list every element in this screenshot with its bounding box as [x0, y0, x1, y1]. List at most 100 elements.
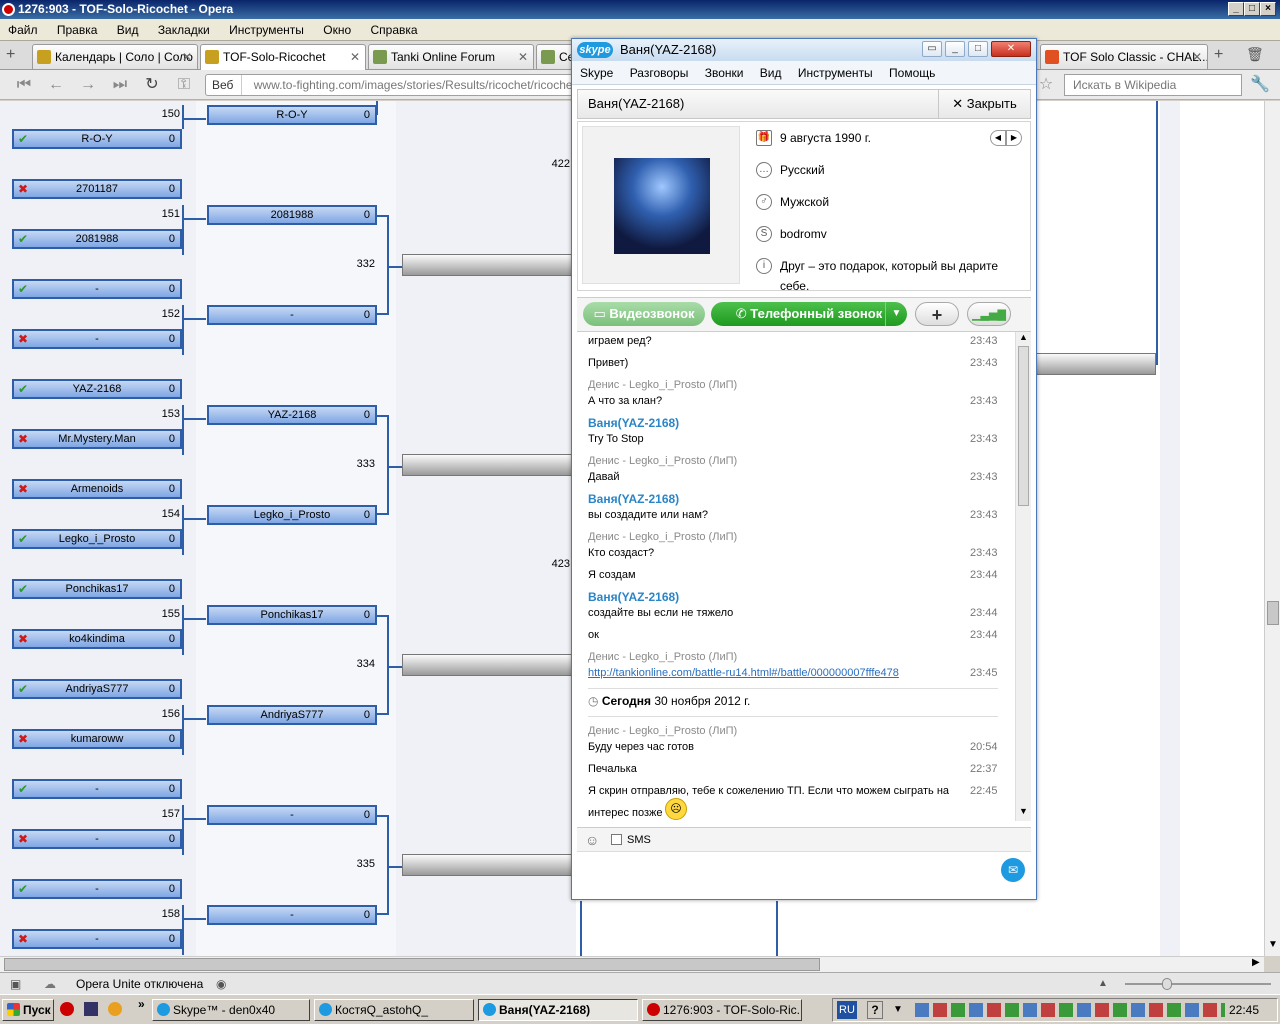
bracket-entry-r2[interactable]: AndriyaS777 0 — [207, 705, 377, 725]
taskbar-chat-kostya[interactable]: КостяQ_astohQ_ — [314, 999, 474, 1021]
skype-close-button[interactable]: ✕ — [991, 41, 1031, 57]
tab-partial[interactable]: Се — [536, 44, 576, 69]
taskbar-chat-vanya[interactable]: Ваня(YAZ-2168) — [478, 999, 638, 1021]
tab-tof-solo-ricochet[interactable]: TOF-Solo-Ricochet ✕ — [200, 44, 366, 70]
forward-icon[interactable]: → — [78, 76, 98, 94]
more-chevron-icon[interactable]: » — [138, 997, 145, 1011]
tab-close-icon[interactable]: ✕ — [1192, 45, 1202, 69]
skype-menu-tools[interactable]: Инструменты — [793, 61, 878, 85]
bracket-entry-r2[interactable]: -0 — [207, 905, 377, 925]
phone-call-button[interactable]: ✆ Телефонный звонок ▼ — [711, 302, 907, 326]
scroll-down-icon[interactable]: ▼ — [1268, 939, 1278, 950]
chat-scroll-down-icon[interactable]: ▼ — [1019, 806, 1028, 816]
profile-next-icon[interactable]: ▶ — [1006, 130, 1022, 146]
bracket-entry-r2[interactable]: YAZ-2168 0 — [207, 405, 377, 425]
message-text[interactable]: http://tankionline.com/battle-ru14.html#… — [588, 666, 1008, 680]
unite-cloud-icon[interactable]: ☁ — [44, 973, 56, 995]
new-tab-plus-icon[interactable]: + — [6, 46, 15, 64]
bracket-entry-r1[interactable]: ✔ - 0 — [12, 279, 182, 299]
bracket-entry-r2[interactable]: R-O-Y 0 — [207, 105, 377, 125]
opera-quicklaunch-icon[interactable] — [60, 1002, 74, 1016]
search-input[interactable]: Искать в Wikipedia — [1064, 74, 1242, 96]
chat-scroll-up-icon[interactable]: ▲ — [1019, 332, 1028, 342]
help-icon[interactable]: ? — [867, 1001, 883, 1019]
skype-minimize-button[interactable]: _ — [945, 41, 965, 57]
page-vertical-scrollbar[interactable]: ▼ — [1264, 101, 1280, 956]
bracket-entry-r1[interactable]: ✔ Ponchikas17 0 — [12, 579, 182, 599]
bracket-entry-r1[interactable]: ✖ - 0 — [12, 929, 182, 949]
skype-menu-skype[interactable]: Skype — [575, 61, 618, 85]
tray-chevron-icon[interactable]: ▼ — [893, 999, 903, 1021]
skype-maximize-button[interactable]: □ — [968, 41, 988, 57]
scroll-thumb[interactable] — [1267, 601, 1279, 625]
skype-menu-help[interactable]: Помощь — [884, 61, 940, 85]
skype-menu-conversations[interactable]: Разговоры — [625, 61, 694, 85]
call-dropdown-icon[interactable]: ▼ — [885, 302, 907, 326]
reload-icon[interactable]: ↻ — [142, 76, 162, 94]
trash-icon[interactable]: 🗑 — [1246, 46, 1264, 63]
language-indicator[interactable]: RU — [837, 1001, 857, 1019]
avatar[interactable] — [614, 158, 710, 254]
bracket-entry-r1[interactable]: ✔ R-O-Y 0 — [12, 129, 182, 149]
menu-file[interactable]: Файл — [0, 19, 46, 41]
menu-view[interactable]: Вид — [109, 19, 147, 41]
turbo-icon[interactable]: ◉ — [216, 973, 226, 995]
menu-window[interactable]: Окно — [315, 19, 359, 41]
tab-close-icon[interactable]: ✕ — [182, 45, 192, 69]
chat-scroll-thumb[interactable] — [1018, 346, 1029, 506]
back-icon[interactable]: ← — [46, 76, 66, 94]
menu-bookmarks[interactable]: Закладки — [150, 19, 218, 41]
address-field[interactable]: Веб www.to-fighting.com/images/stories/R… — [205, 74, 575, 96]
menu-help[interactable]: Справка — [363, 19, 426, 41]
hscroll-thumb[interactable] — [4, 958, 820, 971]
tab-calendar[interactable]: Календарь | Соло | Соло ✕ — [32, 44, 198, 69]
zoom-slider-thumb[interactable] — [1162, 978, 1172, 990]
close-button[interactable]: × — [1260, 2, 1276, 16]
signal-quality-icon[interactable]: ▁▃▅▇ — [967, 302, 1011, 326]
video-call-button[interactable]: ▭ Видеозвонок — [583, 302, 705, 326]
bracket-entry-r1[interactable]: ✖ kumaroww 0 — [12, 729, 182, 749]
chat-scrollbar[interactable]: ▲ ▼ — [1015, 332, 1031, 821]
skype-menu-calls[interactable]: Звонки — [700, 61, 749, 85]
skype-menu-view[interactable]: Вид — [755, 61, 787, 85]
tray-icons[interactable] — [915, 1003, 1225, 1017]
bracket-entry-r2[interactable]: -0 — [207, 805, 377, 825]
bracket-entry-r1[interactable]: ✔ AndriyaS777 0 — [12, 679, 182, 699]
taskbar-opera[interactable]: 1276:903 - TOF-Solo-Ric... — [642, 999, 802, 1021]
page-horizontal-scrollbar[interactable]: ▶ — [0, 956, 1264, 972]
add-participant-button[interactable]: + — [915, 302, 959, 326]
rewind-icon[interactable]: ⏮ — [14, 76, 34, 94]
wrench-icon[interactable]: 🔧 — [1250, 76, 1270, 94]
minimize-button[interactable]: _ — [1228, 2, 1244, 16]
profile-prev-icon[interactable]: ◀ — [990, 130, 1006, 146]
bracket-entry-r1[interactable]: ✖ Mr.Mystery.Man 0 — [12, 429, 182, 449]
web-badge[interactable]: Веб — [212, 75, 243, 95]
sms-checkbox[interactable] — [611, 834, 622, 845]
add-tab-plus-icon[interactable]: + — [1214, 46, 1223, 64]
bracket-entry-r1[interactable]: ✖ Armenoids 0 — [12, 479, 182, 499]
taskbar-skype[interactable]: Skype™ - den0x40 — [152, 999, 310, 1021]
clock-quicklaunch-icon[interactable] — [108, 1002, 122, 1016]
bracket-entry-r2[interactable]: 2081988 0 — [207, 205, 377, 225]
message-input[interactable] — [577, 852, 997, 896]
bracket-entry-r2[interactable]: Ponchikas17 0 — [207, 605, 377, 625]
bracket-entry-r1[interactable]: ✖ - 0 — [12, 829, 182, 849]
send-message-icon[interactable]: ✉ — [1001, 858, 1025, 882]
tab-close-icon[interactable]: ✕ — [518, 45, 528, 69]
bracket-entry-r1[interactable]: ✖ ko4kindima 0 — [12, 629, 182, 649]
tab-tanki-forum[interactable]: Tanki Online Forum ✕ — [368, 44, 534, 69]
bookmark-star-icon[interactable]: ☆ — [1036, 76, 1056, 94]
panel-toggle-icon[interactable]: ▣ — [10, 973, 21, 995]
bracket-entry-r1[interactable]: ✔ - 0 — [12, 779, 182, 799]
bracket-entry-r1[interactable]: ✖ - 0 — [12, 329, 182, 349]
zoom-slider[interactable] — [1125, 983, 1271, 985]
maximize-button[interactable]: □ — [1244, 2, 1260, 16]
bracket-entry-r1[interactable]: ✔ 2081988 0 — [12, 229, 182, 249]
emoticon-icon[interactable]: ☺ — [585, 828, 599, 852]
tab-tof-solo-classic[interactable]: TOF Solo Classic - CHAL... ✕ — [1040, 44, 1208, 69]
scroll-right-icon[interactable]: ▶ — [1252, 957, 1260, 968]
zoom-up-icon[interactable]: ▲ — [1098, 973, 1108, 995]
bracket-entry-r1[interactable]: ✔ - 0 — [12, 879, 182, 899]
close-profile-button[interactable]: ✕ Закрыть — [938, 90, 1030, 118]
tab-close-icon[interactable]: ✕ — [350, 45, 360, 69]
